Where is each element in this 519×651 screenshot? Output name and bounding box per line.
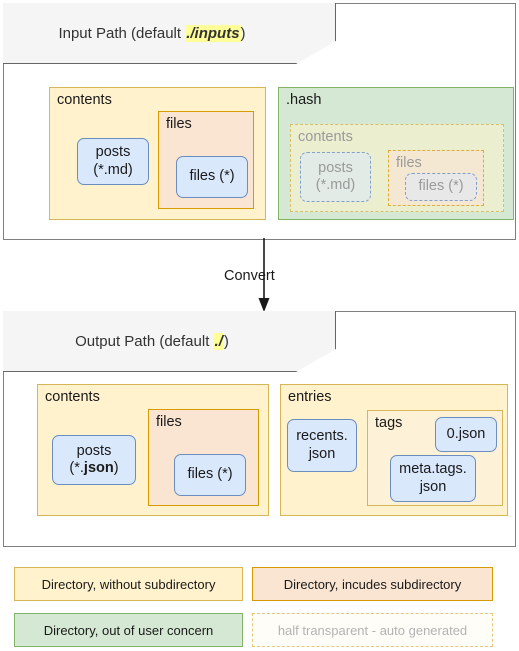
output-meta-tags-line1: meta.tags. [399,461,467,478]
output-path-title-prefix: Output Path (default [75,332,214,350]
input-hash-posts-line2: (*.md) [315,177,356,193]
input-path-default-value: ./inputs [185,24,241,42]
input-hash-files-node[interactable]: files (*) [405,173,477,201]
input-files-node-label: files (*) [189,168,235,185]
output-path-header-tab: Output Path (default ./) [3,311,336,372]
output-recents-line2: json [308,445,336,462]
input-files-directory[interactable]: files files (*) [158,111,254,209]
input-files-label: files [166,116,192,132]
output-files-directory[interactable]: files files (*) [148,409,259,506]
output-contents-directory[interactable]: contents posts (*.json) files files (*) [37,384,269,516]
legend-label-half-transparent: half transparent - auto generated [277,622,468,638]
output-zero-json-label: 0.json [446,425,486,442]
input-path-title: Input Path (default ./inputs) [58,24,279,42]
output-recents-line1: recents. [296,428,348,445]
output-posts-line2-bold: json [83,460,114,476]
output-recents-node[interactable]: recents. json [287,419,357,472]
input-hash-contents-directory[interactable]: contents posts (*.md) files files (*) [290,124,504,212]
output-zero-json-node[interactable]: 0.json [435,417,497,452]
input-hash-files-label: files [396,155,422,171]
output-files-node[interactable]: files (*) [174,454,246,496]
legend-item-half-transparent: half transparent - auto generated [252,613,493,647]
output-path-title-suffix: ) [223,332,229,350]
legend-item-includes-subdirectory: Directory, incudes subdirectory [252,567,493,601]
legend-item-without-subdirectory: Directory, without subdirectory [14,567,243,601]
output-path-title: Output Path (default ./) [75,332,263,350]
output-posts-line2-suffix: ) [113,460,119,476]
convert-label: Convert [224,268,275,284]
output-contents-label: contents [45,389,100,405]
output-path-panel: Output Path (default ./) contents posts … [3,311,516,547]
input-contents-label: contents [57,92,112,108]
output-tags-label: tags [375,415,403,431]
legend-item-out-of-user-concern: Directory, out of user concern [14,613,243,647]
input-path-title-suffix: ) [240,24,246,42]
input-posts-line2: (*.md) [93,161,133,178]
output-files-node-label: files (*) [187,466,233,483]
input-contents-directory[interactable]: contents posts (*.md) files files (*) [49,87,266,220]
output-posts-line1: posts [76,442,112,459]
input-hash-posts-node[interactable]: posts (*.md) [300,152,371,202]
input-hash-contents-label: contents [298,129,353,145]
input-path-title-prefix: Input Path (default [58,24,186,42]
input-posts-node[interactable]: posts (*.md) [77,138,149,185]
input-hash-files-node-label: files (*) [418,178,464,195]
output-posts-node[interactable]: posts (*.json) [52,435,136,485]
output-posts-line2-prefix: (*. [69,460,84,476]
output-files-label: files [156,414,182,430]
legend-label-without-subdirectory: Directory, without subdirectory [41,576,216,592]
output-path-default-value: ./ [213,332,224,350]
input-posts-line1: posts [95,144,131,161]
input-hash-posts-line1: posts [318,159,353,176]
output-meta-tags-node[interactable]: meta.tags. json [390,455,476,502]
input-files-node[interactable]: files (*) [176,156,248,198]
input-hash-label: .hash [286,92,322,108]
legend-label-out-of-user-concern: Directory, out of user concern [43,622,214,638]
output-entries-directory[interactable]: entries recents. json tags 0.json meta.t… [280,384,508,516]
input-path-header-tab: Input Path (default ./inputs) [3,3,336,64]
output-meta-tags-line2: json [419,478,447,495]
input-hash-directory[interactable]: .hash contents posts (*.md) files files … [278,87,514,220]
legend-label-includes-subdirectory: Directory, incudes subdirectory [283,576,462,592]
input-hash-files-directory[interactable]: files files (*) [388,150,484,206]
output-entries-label: entries [288,389,332,405]
output-tags-directory[interactable]: tags 0.json meta.tags. json [367,410,503,506]
input-path-panel: Input Path (default ./inputs) contents p… [3,3,516,240]
